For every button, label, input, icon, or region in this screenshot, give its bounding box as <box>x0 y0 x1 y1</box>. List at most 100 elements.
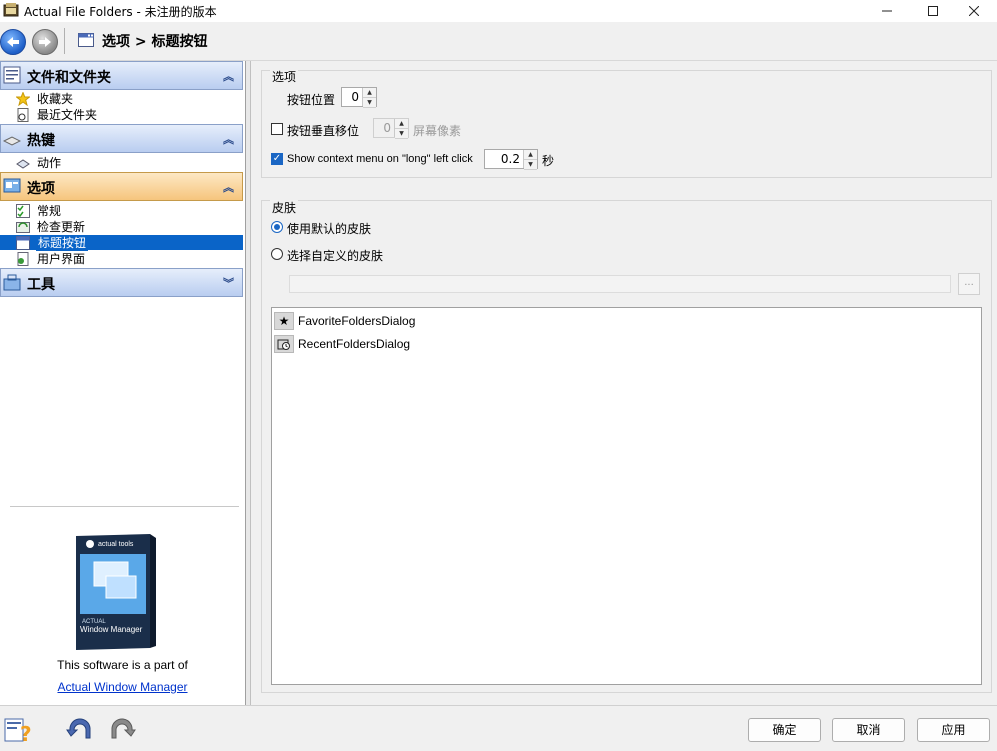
chevron-up-icon: ︽ <box>223 133 234 146</box>
sidebar-item-actions[interactable]: 动作 <box>16 155 243 171</box>
button-position-stepper[interactable]: 0 ▲ ▼ <box>341 87 377 108</box>
stepper-value: 0 <box>351 90 359 104</box>
sidebar-item-user-interface[interactable]: 用户界面 <box>16 251 243 267</box>
skin-group-label: 皮肤 <box>270 199 299 216</box>
checklist-icon <box>16 204 30 218</box>
maximize-button[interactable] <box>910 0 956 22</box>
back-button[interactable] <box>0 29 26 55</box>
group-header-tools[interactable]: 工具 ︾ <box>0 268 243 297</box>
context-menu-label: Show context menu on "long" left click <box>287 153 473 165</box>
sidebar-item-label: 用户界面 <box>37 252 86 266</box>
undo-icon <box>66 718 91 739</box>
default-skin-label: 使用默认的皮肤 <box>287 222 372 236</box>
folder-list-icon <box>3 66 21 84</box>
redo-icon <box>111 718 136 739</box>
spin-down-icon[interactable]: ▼ <box>395 129 408 139</box>
group-title: 工具 <box>27 277 55 293</box>
title-bar: Actual File Folders - 未注册的版本 <box>0 0 997 22</box>
close-button[interactable] <box>951 0 997 22</box>
recent-doc-icon <box>17 108 29 122</box>
sidebar-item-label: 收藏夹 <box>37 92 74 106</box>
spin-up-icon[interactable]: ▲ <box>363 88 376 98</box>
title-button-icon <box>78 33 94 47</box>
product-box-image[interactable]: actual tools ACTUAL Window Manager <box>70 532 156 652</box>
app-icon <box>3 3 19 17</box>
promo-link[interactable]: Actual Window Manager <box>0 680 245 694</box>
button-position-label: 按钮位置 <box>287 93 336 107</box>
forward-button[interactable] <box>32 29 58 55</box>
ui-icon <box>17 252 29 266</box>
help-button[interactable]: ? <box>4 716 34 746</box>
group-header-hotkeys[interactable]: 热键 ︽ <box>0 124 243 153</box>
sidebar-item-label: 常规 <box>37 204 62 218</box>
spin-up-icon[interactable]: ▲ <box>524 150 537 160</box>
arrow-left-icon <box>7 37 19 47</box>
svg-text:?: ? <box>20 722 32 744</box>
sidebar-item-label: 检查更新 <box>37 220 86 234</box>
options-group-label: 选项 <box>270 68 299 85</box>
group-title: 选项 <box>27 181 55 197</box>
ok-button[interactable]: 确定 <box>748 718 821 742</box>
sidebar-item-label: 标题按钮 <box>36 235 89 251</box>
svg-text:Window Manager: Window Manager <box>80 625 143 634</box>
undo-button[interactable] <box>66 716 96 744</box>
vertical-offset-stepper[interactable]: 0 ▲ ▼ <box>373 118 409 139</box>
vertical-offset-label: 按钮垂直移位 <box>287 124 360 138</box>
vertical-offset-unit: 屏幕像素 <box>413 124 462 138</box>
spin-down-icon[interactable]: ▼ <box>363 98 376 108</box>
title-button-icon <box>16 236 30 250</box>
toolbar: 选项 > 标题按钮 <box>0 22 997 61</box>
spin-up-icon[interactable]: ▲ <box>395 119 408 129</box>
group-title: 文件和文件夹 <box>27 70 111 86</box>
spin-down-icon[interactable]: ▼ <box>524 160 537 170</box>
tools-icon <box>3 274 21 291</box>
navigation-pane: 文件和文件夹 ︽ 收藏夹 最近文件夹 热键 ︽ 动作 选项 ︽ 常规 检查更新 <box>0 61 246 705</box>
svg-text:actual tools: actual tools <box>98 541 134 548</box>
vertical-offset-checkbox[interactable] <box>271 123 283 135</box>
group-title: 热键 <box>27 133 55 149</box>
help-icon: ? <box>4 718 32 746</box>
pane-splitter[interactable] <box>246 61 251 705</box>
cancel-button[interactable]: 取消 <box>832 718 905 742</box>
default-skin-radio[interactable] <box>271 221 283 233</box>
recent-folders-icon <box>274 335 294 353</box>
sidebar-item-recent-folders[interactable]: 最近文件夹 <box>16 107 243 123</box>
chevron-down-icon: ︾ <box>223 277 234 290</box>
toolbar-separator <box>64 28 65 54</box>
skin-list[interactable]: ★ FavoriteFoldersDialog RecentFoldersDia… <box>271 307 982 685</box>
group-header-options[interactable]: 选项 ︽ <box>0 172 243 201</box>
star-icon <box>16 92 30 106</box>
redo-button[interactable] <box>106 716 136 744</box>
sidebar-item-label: 最近文件夹 <box>37 108 98 122</box>
keyboard-icon <box>3 136 21 146</box>
sidebar-item-general[interactable]: 常规 <box>16 203 243 219</box>
stepper-value: 0 <box>383 121 391 135</box>
breadcrumb: 选项 > 标题按钮 <box>102 34 208 50</box>
divider <box>0 705 997 706</box>
apply-button[interactable]: 应用 <box>917 718 990 742</box>
window-title: Actual File Folders - 未注册的版本 <box>24 5 217 19</box>
list-item[interactable]: RecentFoldersDialog <box>272 333 981 355</box>
update-icon <box>16 222 30 233</box>
star-icon: ★ <box>274 312 294 330</box>
promo-text: This software is a part of <box>57 658 188 672</box>
list-item-label: RecentFoldersDialog <box>298 337 411 351</box>
context-menu-delay-stepper[interactable]: 0.2 ▲ ▼ <box>484 149 538 170</box>
sidebar-item-favorites[interactable]: 收藏夹 <box>16 91 243 107</box>
sidebar-item-label: 动作 <box>37 156 62 170</box>
sidebar-item-check-updates[interactable]: 检查更新 <box>16 219 243 235</box>
stepper-value: 0.2 <box>500 152 520 166</box>
browse-button[interactable]: ... <box>958 273 980 295</box>
minimize-button[interactable] <box>864 0 910 22</box>
list-item-label: FavoriteFoldersDialog <box>298 314 416 328</box>
context-menu-unit: 秒 <box>542 154 555 168</box>
custom-skin-label: 选择自定义的皮肤 <box>287 249 384 263</box>
skin-path-input[interactable] <box>289 275 951 293</box>
context-menu-checkbox[interactable]: ✓ <box>271 153 283 165</box>
list-item[interactable]: ★ FavoriteFoldersDialog <box>272 310 981 332</box>
divider <box>10 506 239 507</box>
custom-skin-radio[interactable] <box>271 248 283 260</box>
options-icon <box>3 178 21 193</box>
group-header-files-folders[interactable]: 文件和文件夹 ︽ <box>0 61 243 90</box>
sidebar-item-title-buttons[interactable]: 标题按钮 <box>0 235 243 251</box>
